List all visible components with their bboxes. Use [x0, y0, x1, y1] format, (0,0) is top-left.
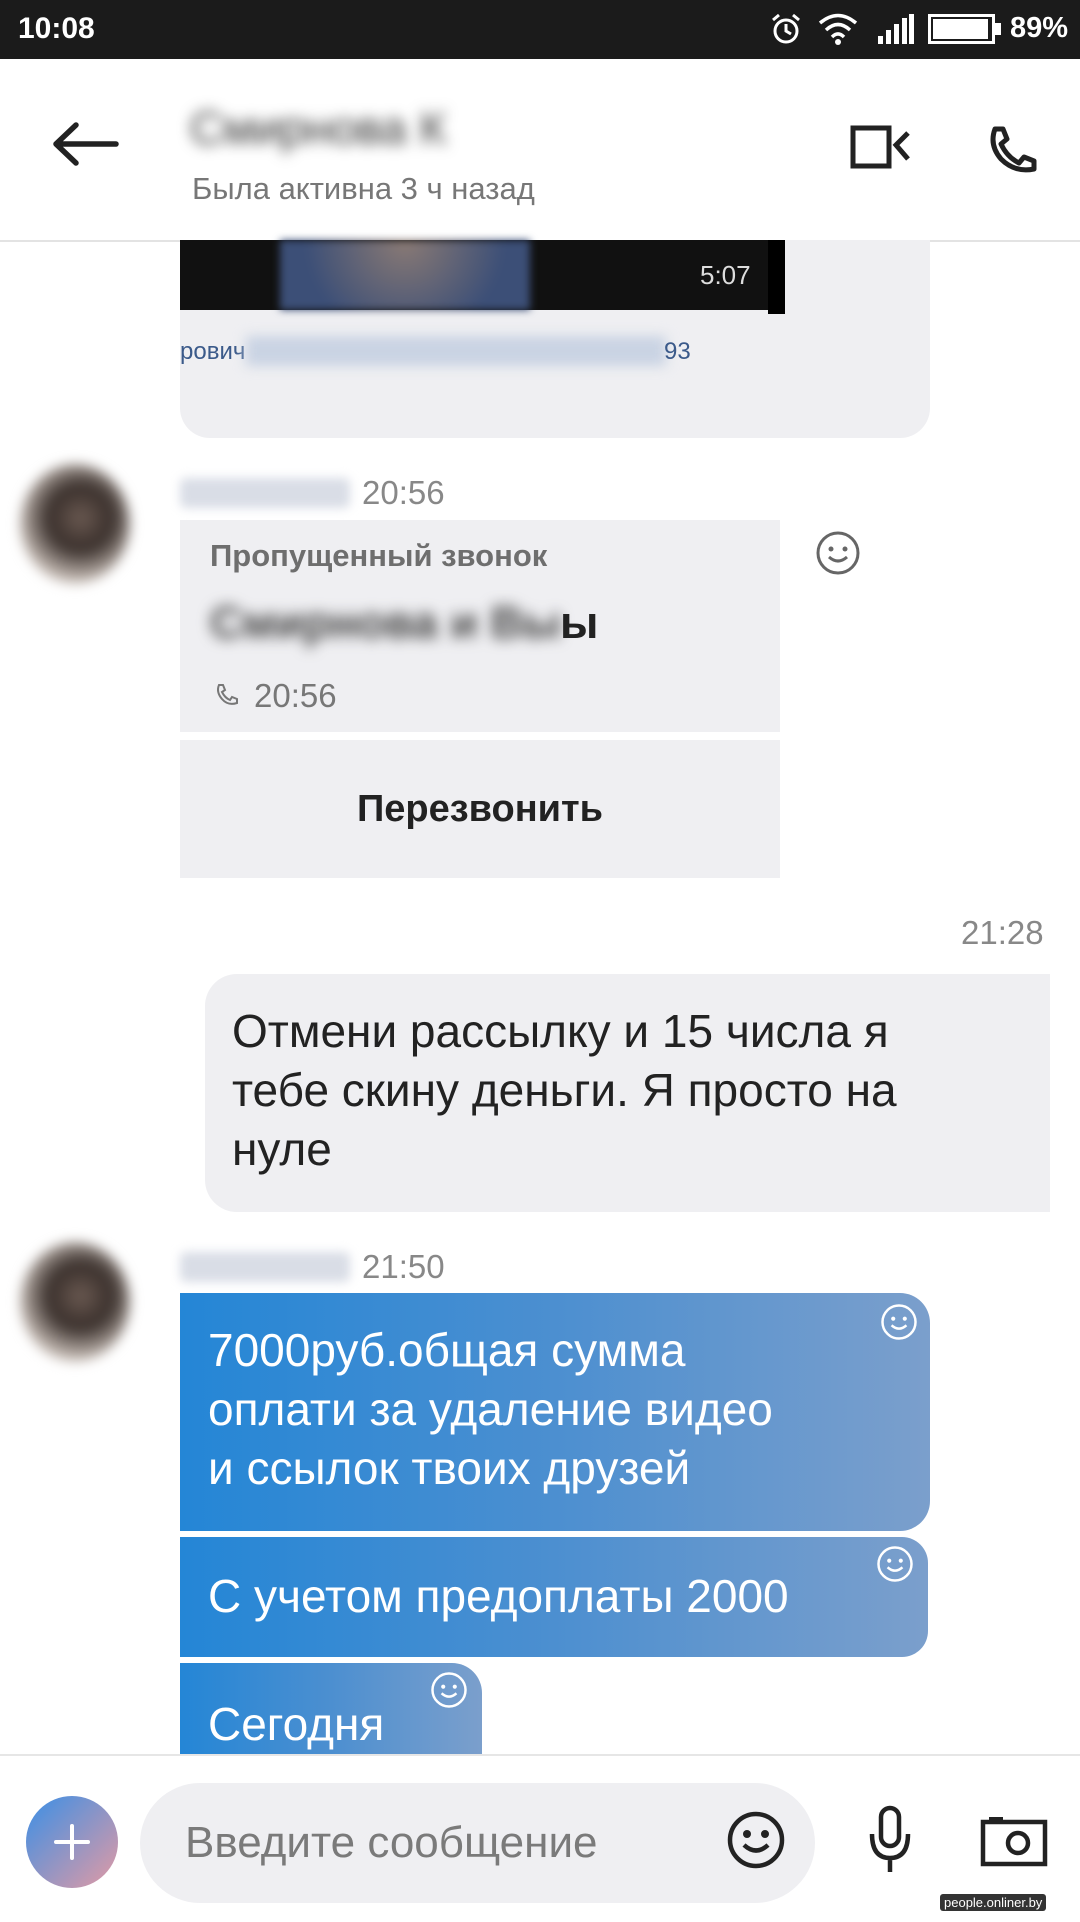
attach-button[interactable] — [26, 1796, 118, 1888]
missed-call-title: Пропущенный звонок — [210, 538, 548, 573]
signal-icon — [878, 14, 914, 44]
video-frame-edge — [768, 240, 785, 314]
incoming-message-bubble[interactable]: С учетом предоплаты 2000 — [180, 1537, 928, 1657]
link-text-right: 93 — [664, 338, 691, 365]
message-text: Сегодня — [208, 1698, 385, 1750]
call-clock-icon — [217, 684, 238, 705]
plus-icon — [54, 1824, 90, 1860]
message-text: С учетом предоплаты 2000 — [208, 1570, 789, 1622]
sender-avatar[interactable] — [20, 464, 130, 584]
video-thumbnail[interactable]: 5:07 — [180, 240, 785, 314]
phone-call-icon[interactable] — [985, 125, 1039, 175]
message-line: Отмени рассылку и 15 числа я — [232, 1005, 889, 1057]
message-line: тебе скину деньги. Я просто на — [232, 1064, 897, 1116]
message-composer: people.onliner.by — [0, 1754, 1080, 1922]
missed-call-caller: Смирнова и Вы — [210, 597, 562, 648]
incoming-message-bubble[interactable]: 7000руб.общая сумма оплати за удаление в… — [180, 1293, 930, 1531]
incoming-message-bubble[interactable]: Сегодня — [180, 1663, 482, 1763]
contact-status: Была активна 3 ч назад — [192, 171, 535, 206]
camera-icon[interactable] — [980, 1816, 1048, 1868]
message-timestamp: 21:50 — [362, 1248, 445, 1285]
sender-name — [180, 478, 350, 508]
message-timestamp: 21:28 — [961, 914, 1044, 951]
battery-icon — [928, 14, 1001, 44]
react-emoji-icon[interactable] — [876, 1545, 914, 1583]
back-arrow-icon[interactable] — [50, 121, 120, 167]
status-time: 10:08 — [18, 12, 95, 45]
wifi-icon — [818, 13, 858, 45]
missed-call-card: Пропущенный звонок Смирнова и Вы ы 20:56 — [180, 520, 780, 732]
react-emoji-icon[interactable] — [880, 1303, 918, 1341]
message-line: нуле — [232, 1123, 332, 1175]
alarm-icon — [772, 13, 800, 44]
message-input[interactable] — [140, 1783, 815, 1903]
react-emoji-icon[interactable] — [430, 1671, 468, 1709]
battery-percent: 89% — [1010, 12, 1069, 44]
callback-button[interactable]: Перезвонить — [180, 740, 780, 878]
media-preview-bubble[interactable]: 5:07 рович 93 — [180, 240, 930, 438]
link-blurred[interactable] — [246, 336, 666, 366]
link-text-left: рович — [180, 338, 246, 365]
contact-name[interactable]: Смирнова К — [190, 101, 446, 155]
video-preview-image — [280, 240, 530, 310]
sender-name — [180, 1252, 350, 1282]
missed-call-time: 20:56 — [254, 677, 337, 714]
microphone-icon[interactable] — [866, 1804, 914, 1876]
outgoing-message-bubble[interactable]: Отмени рассылку и 15 числа я тебе скину … — [205, 974, 1050, 1212]
video-duration: 5:07 — [700, 260, 751, 290]
missed-call-caller-tail: ы — [560, 597, 599, 648]
sender-avatar[interactable] — [20, 1242, 130, 1362]
react-emoji-icon[interactable] — [815, 530, 861, 576]
emoji-icon[interactable] — [726, 1810, 786, 1870]
message-line: 7000руб.общая сумма — [208, 1324, 686, 1376]
status-bar: 10:08 89% — [0, 0, 1080, 59]
message-timestamp: 20:56 — [362, 474, 445, 511]
video-call-icon[interactable] — [850, 125, 912, 171]
message-line: оплати за удаление видео — [208, 1383, 773, 1435]
message-line: и ссылок твоих друзей — [208, 1442, 691, 1494]
watermark: people.onliner.by — [940, 1894, 1047, 1911]
chat-header: Смирнова К Была активна 3 ч назад — [0, 59, 1080, 242]
